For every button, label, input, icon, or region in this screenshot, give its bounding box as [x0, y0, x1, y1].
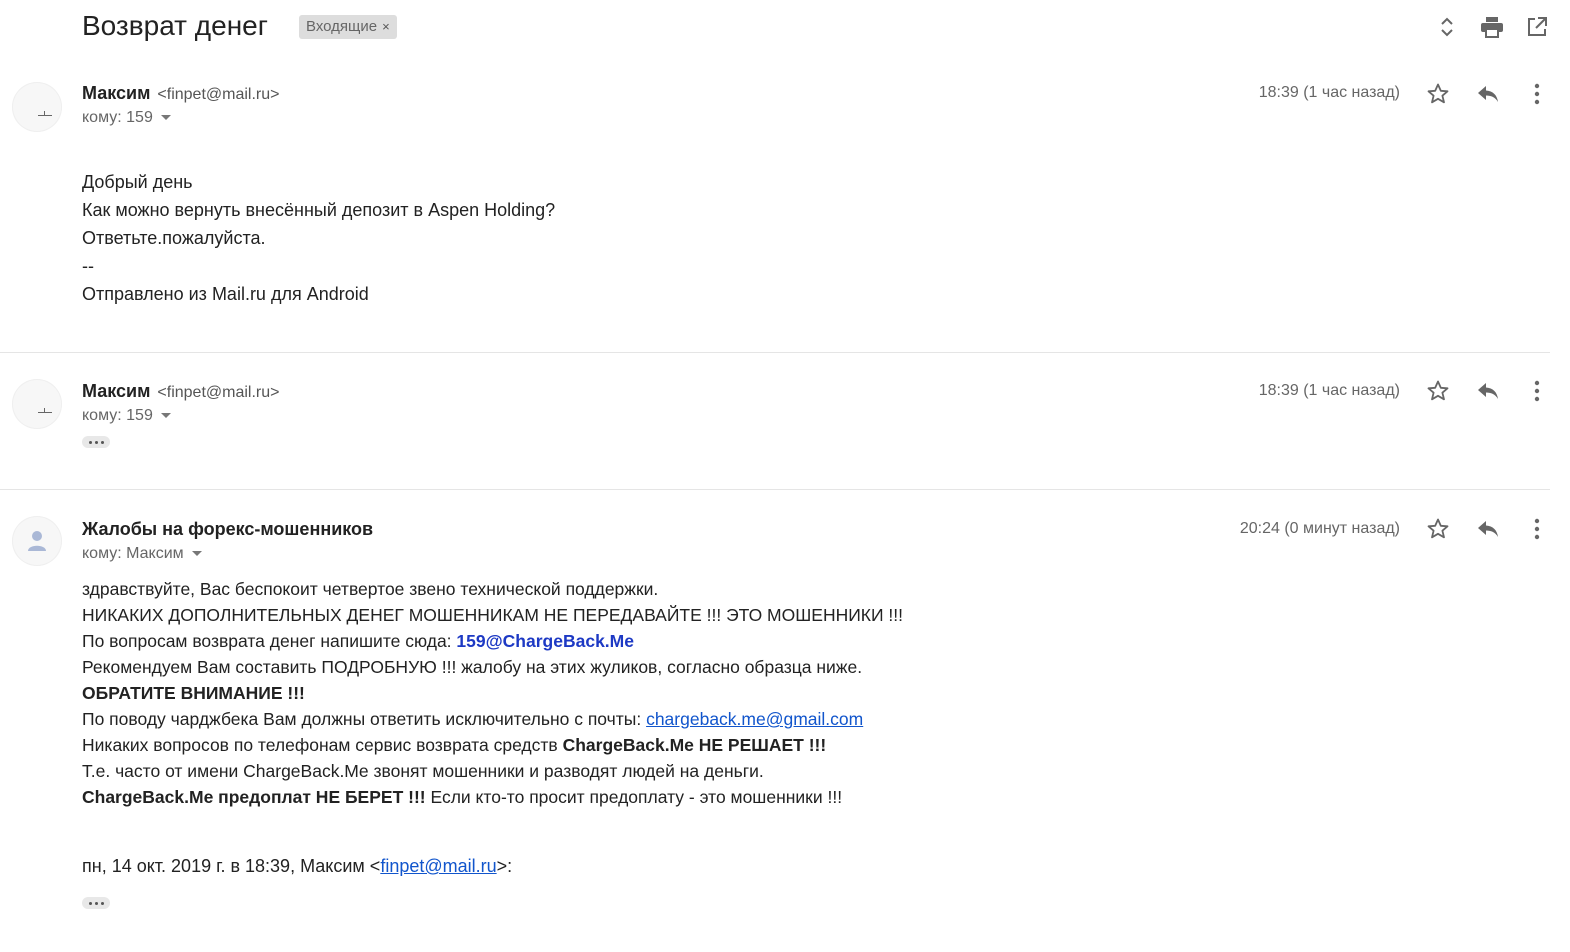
recipient-text: кому: 159	[82, 109, 153, 126]
dot	[88, 901, 92, 905]
chargeback-email-link[interactable]: chargeback.me@gmail.com	[646, 709, 863, 729]
message-divider	[0, 352, 1550, 353]
recipient-line[interactable]: кому: Максим	[82, 545, 202, 563]
body-line-attention: ОБРАТИТЕ ВНИМАНИЕ !!!	[82, 683, 305, 703]
body-line: Никаких вопросов по телефонам сервис воз…	[82, 732, 903, 758]
avatar	[12, 82, 62, 132]
more-options-icon[interactable]	[1524, 378, 1550, 404]
body-line: ChargeBack.Me предоплат НЕ БЕРЕТ !!! Есл…	[82, 784, 903, 810]
body-line: --	[82, 256, 94, 276]
recipient-line[interactable]: кому: 159	[82, 109, 171, 127]
sender-email: <finpet@mail.ru>	[157, 384, 280, 401]
timestamp: 18:39 (1 час назад)	[1258, 382, 1400, 399]
body-line: Т.е. часто от имени ChargeBack.Me звонят…	[82, 761, 764, 781]
dot	[94, 901, 98, 905]
chevron-down-icon[interactable]	[160, 115, 171, 121]
avatar	[12, 379, 62, 429]
remove-label-icon[interactable]: ×	[382, 19, 390, 34]
dot	[100, 440, 104, 444]
sender-email: <finpet@mail.ru>	[157, 86, 280, 103]
dot	[94, 440, 98, 444]
avatar-mark	[38, 412, 52, 413]
recipient-line[interactable]: кому: 159	[82, 407, 171, 425]
quote-prefix: пн, 14 окт. 2019 г. в 18:39, Максим <	[82, 856, 381, 876]
thread-subject: Возврат денег	[82, 10, 268, 41]
person-icon	[28, 531, 46, 551]
star-icon[interactable]	[1425, 378, 1451, 404]
sender-name: Жалобы на форекс-мошенников	[82, 519, 373, 540]
avatar	[12, 516, 62, 566]
sender-name-text: Максим	[82, 83, 151, 103]
reply-icon[interactable]	[1475, 81, 1501, 107]
body-text: По поводу чарджбека Вам должны ответить …	[82, 709, 647, 729]
open-new-window-icon[interactable]	[1524, 14, 1550, 40]
message-body: здравствуйте, Вас беспокоит четвертое зв…	[82, 576, 903, 810]
star-icon[interactable]	[1425, 516, 1451, 542]
body-line: По поводу чарджбека Вам должны ответить …	[82, 706, 903, 732]
body-text: Если кто-то просит предоплату - это моше…	[425, 787, 843, 807]
print-icon[interactable]	[1479, 14, 1505, 40]
body-bold-text: ChargeBack.Me предоплат НЕ БЕРЕТ !!!	[82, 787, 426, 807]
body-text: По вопросам возврата денег напишите сюда…	[82, 631, 457, 651]
support-email-link[interactable]: 159@ChargeBack.Me	[456, 631, 634, 651]
show-trimmed-content-button[interactable]	[82, 436, 110, 448]
body-line: Отправлено из Mail.ru для Android	[82, 284, 369, 304]
body-line: По вопросам возврата денег напишите сюда…	[82, 628, 903, 654]
body-line: Ответьте.пожалуйста.	[82, 228, 266, 248]
sender-name: Максим <finpet@mail.ru>	[82, 381, 279, 402]
more-options-icon[interactable]	[1524, 81, 1550, 107]
quote-attribution: пн, 14 окт. 2019 г. в 18:39, Максим <fin…	[82, 856, 512, 877]
timestamp: 18:39 (1 час назад)	[1258, 84, 1400, 101]
sender-name-text: Максим	[82, 381, 151, 401]
sender-name-text: Жалобы на форекс-мошенников	[82, 519, 374, 539]
avatar-mark	[38, 115, 52, 116]
body-bold-text: ChargeBack.Me НЕ РЕШАЕТ !!!	[562, 735, 827, 755]
quote-email-link[interactable]: finpet@mail.ru	[380, 856, 496, 876]
more-options-icon[interactable]	[1524, 516, 1550, 542]
body-line: Как можно вернуть внесённый депозит в As…	[82, 200, 556, 220]
reply-icon[interactable]	[1475, 378, 1501, 404]
body-line: НИКАКИХ ДОПОЛНИТЕЛЬНЫХ ДЕНЕГ МОШЕННИКАМ …	[82, 605, 904, 625]
body-line: здравствуйте, Вас беспокоит четвертое зв…	[82, 579, 659, 599]
quote-suffix: >:	[496, 856, 513, 876]
sender-name: Максим <finpet@mail.ru>	[82, 83, 279, 104]
inbox-label-chip[interactable]: Входящие ×	[299, 15, 397, 39]
reply-icon[interactable]	[1475, 516, 1501, 542]
chevron-down-icon[interactable]	[160, 413, 171, 419]
body-text: Никаких вопросов по телефонам сервис воз…	[82, 735, 563, 755]
recipient-text: кому: Максим	[82, 545, 184, 562]
avatar-mark	[44, 408, 45, 413]
dot	[100, 901, 104, 905]
body-line: Добрый день	[82, 172, 193, 192]
avatar-mark	[44, 111, 45, 116]
message-divider	[0, 489, 1550, 490]
message-body: Добрый день Как можно вернуть внесённый …	[82, 168, 555, 308]
timestamp: 20:24 (0 минут назад)	[1239, 520, 1400, 537]
body-line: Рекомендуем Вам составить ПОДРОБНУЮ !!! …	[82, 657, 863, 677]
recipient-text: кому: 159	[82, 407, 153, 424]
star-icon[interactable]	[1425, 81, 1451, 107]
dot	[88, 440, 92, 444]
expand-collapse-icon[interactable]	[1434, 14, 1460, 40]
label-text: Входящие	[306, 18, 378, 35]
thread-header: Возврат денег Входящие ×	[0, 0, 1570, 58]
chevron-down-icon[interactable]	[191, 551, 202, 557]
show-trimmed-content-button[interactable]	[82, 897, 110, 909]
